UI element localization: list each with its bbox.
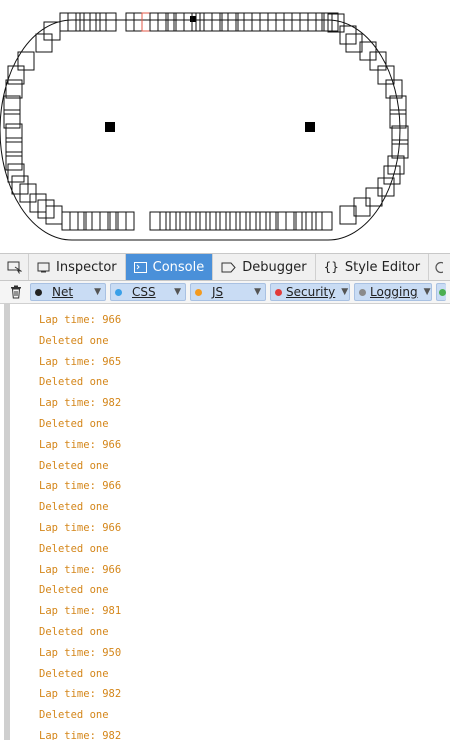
console-message: Lap time: 982 — [39, 688, 122, 701]
devtools-panel: Inspector Console Debugger {} Style Edit… — [0, 253, 450, 740]
inspector-icon — [37, 262, 50, 272]
chevron-down-icon: ▼ — [341, 287, 349, 297]
settings-icon — [435, 261, 444, 273]
car-bottom — [259, 211, 277, 231]
console-message: Deleted one — [39, 584, 109, 597]
tab-style-editor[interactable]: {} Style Editor — [316, 254, 430, 280]
car-bottom — [209, 211, 227, 231]
tab-inspector[interactable]: Inspector — [29, 254, 126, 280]
clear-console-button[interactable] — [4, 285, 28, 299]
element-picker-button[interactable] — [0, 254, 29, 280]
car-bottom — [179, 211, 197, 231]
js-dot-icon — [195, 288, 202, 296]
car-top — [89, 12, 107, 32]
console-message: Deleted one — [39, 334, 109, 347]
console-message: Deleted one — [39, 542, 109, 555]
console-message: Lap time: 966 — [39, 563, 122, 576]
console-message: Lap time: 966 — [39, 480, 122, 493]
filter-logging-label: Logging — [370, 285, 418, 299]
car-group — [3, 12, 409, 231]
filter-security-label: Security — [286, 285, 336, 299]
car-left — [3, 95, 21, 115]
car-right — [339, 25, 357, 45]
track-svg — [0, 12, 409, 241]
console-message: Lap time: 965 — [39, 355, 122, 368]
car-bottom — [295, 211, 313, 231]
filter-css-label: CSS — [132, 285, 156, 299]
console-message: Lap time: 982 — [39, 729, 122, 740]
filter-logging-button[interactable]: Logging ▼ — [354, 283, 432, 301]
car-bottom — [199, 211, 217, 231]
element-picker-icon — [7, 261, 22, 274]
console-message: Lap time: 982 — [39, 397, 122, 410]
console-message: Deleted one — [39, 376, 109, 389]
tab-debugger-label: Debugger — [242, 259, 307, 275]
console-message: Deleted one — [39, 417, 109, 430]
filter-security-button[interactable]: Security ▼ — [270, 283, 350, 301]
car-bottom — [189, 211, 207, 231]
logging-dot-icon — [359, 288, 366, 296]
car-bottom — [315, 211, 333, 231]
chevron-down-icon: ▼ — [423, 287, 431, 297]
tab-inspector-label: Inspector — [56, 259, 117, 275]
filter-net-label: Net — [52, 285, 74, 299]
car-right — [327, 13, 345, 33]
console-message: Deleted one — [39, 501, 109, 514]
car-bottom — [229, 211, 247, 231]
car-right — [365, 187, 383, 207]
filter-net-button[interactable]: Net ▼ — [30, 283, 106, 301]
track-node-right — [305, 122, 315, 132]
console-message: Deleted one — [39, 625, 109, 638]
car-bottom — [239, 211, 257, 231]
tab-console-label: Console — [152, 259, 205, 275]
car-bottom — [159, 211, 177, 231]
console-gutter — [4, 303, 10, 740]
car-right — [389, 109, 407, 129]
filter-css-button[interactable]: CSS ▼ — [110, 283, 186, 301]
debugger-icon — [221, 262, 236, 272]
chevron-down-icon: ▼ — [94, 287, 101, 297]
track-node-left — [105, 122, 115, 132]
filter-more-button[interactable] — [436, 283, 446, 301]
console-filterbar: Net ▼ CSS ▼ JS ▼ Security ▼ Logging ▼ — [0, 281, 450, 304]
tab-style-editor-label: Style Editor — [344, 259, 421, 275]
filter-js-label: JS — [212, 285, 224, 299]
trash-icon — [11, 285, 21, 299]
race-track-canvas — [0, 0, 450, 253]
css-dot-icon — [115, 288, 122, 296]
tab-console[interactable]: Console — [125, 254, 214, 280]
console-message: Lap time: 966 — [39, 521, 122, 534]
console-message: Deleted one — [39, 459, 109, 472]
car-left — [5, 137, 23, 157]
car-bottom — [219, 211, 237, 231]
braces-icon: {} — [323, 260, 339, 274]
chevron-down-icon: ▼ — [174, 287, 181, 297]
net-dot-icon — [35, 288, 42, 296]
car-top — [99, 12, 117, 32]
more-dot-icon — [439, 288, 446, 296]
console-lines: Lap time: 966 Deleted one Lap time: 965 Del… — [39, 310, 121, 740]
car-bottom — [149, 211, 167, 231]
overflow-tab[interactable] — [429, 254, 447, 280]
console-message: Lap time: 966 — [39, 314, 122, 326]
track-marker — [190, 16, 196, 22]
devtools-tabbar: Inspector Console Debugger {} Style Edit… — [0, 253, 450, 281]
console-icon — [133, 261, 147, 273]
console-output[interactable]: Lap time: 966 Deleted one Lap time: 965 Del… — [0, 303, 450, 740]
chevron-down-icon: ▼ — [254, 287, 261, 297]
car-top — [79, 12, 97, 32]
console-message: Lap time: 950 — [39, 646, 122, 659]
filter-js-button[interactable]: JS ▼ — [190, 283, 266, 301]
console-message: Deleted one — [39, 667, 109, 680]
console-message: Lap time: 981 — [39, 605, 122, 618]
car-bottom — [305, 211, 323, 231]
car-left — [17, 51, 35, 71]
console-message: Deleted one — [39, 709, 109, 722]
tab-debugger[interactable]: Debugger — [213, 254, 316, 280]
security-dot-icon — [275, 288, 282, 296]
car-bottom — [169, 211, 187, 231]
console-message: Lap time: 966 — [39, 438, 122, 451]
car-bottom — [249, 211, 267, 231]
